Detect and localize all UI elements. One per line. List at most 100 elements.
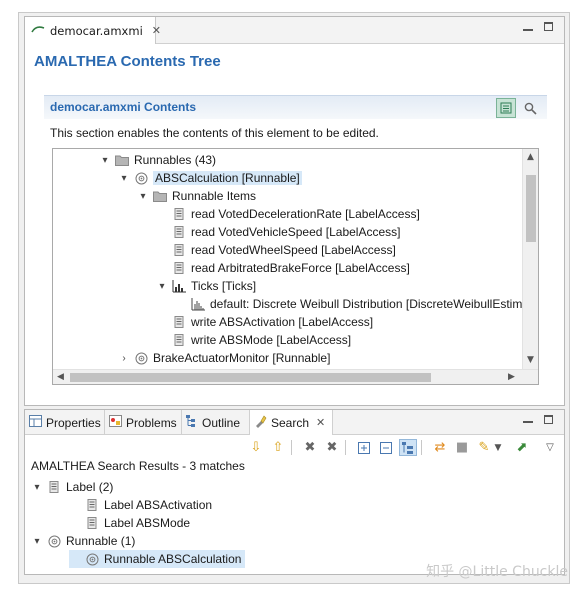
folder-icon <box>115 153 129 167</box>
pin-search-icon[interactable]: ✎ <box>475 439 493 456</box>
tree-row[interactable]: ▾ Runnable Items <box>137 187 256 205</box>
show-as-tree-icon[interactable] <box>399 439 417 456</box>
runnable-icon <box>47 534 61 548</box>
tab-label: Outline <box>202 415 241 430</box>
result-row-label: Runnable (1) <box>66 534 136 548</box>
vertical-scroll-thumb[interactable] <box>526 175 536 242</box>
tree-row[interactable]: read VotedDecelerationRate [LabelAccess] <box>156 205 420 223</box>
tree-row-label: read VotedVehicleSpeed [LabelAccess] <box>191 225 401 239</box>
outline-icon <box>186 415 198 430</box>
label-access-icon <box>85 516 99 530</box>
label-access-icon <box>172 315 186 329</box>
next-match-icon[interactable]: ⇩ <box>247 439 265 456</box>
section-header: democar.amxmi Contents <box>44 95 547 119</box>
section-description: This section enables the contents of thi… <box>50 126 379 140</box>
tree-row-label: read VotedDecelerationRate [LabelAccess] <box>191 207 420 221</box>
tree-row-label: Runnables (43) <box>134 153 217 167</box>
scroll-left-icon[interactable]: ◀ <box>57 372 64 382</box>
open-search-dialog-icon[interactable]: ⬈ <box>513 439 531 456</box>
expand-all-icon[interactable] <box>355 439 373 456</box>
result-row[interactable]: ▾ Runnable (1) <box>31 532 135 550</box>
tree-row[interactable]: read ArbitratedBrakeForce [LabelAccess] <box>156 259 410 277</box>
expand-arrow-icon[interactable]: ▾ <box>118 173 130 184</box>
tree-row-label: write ABSMode [LabelAccess] <box>191 333 352 347</box>
result-row-label: Label ABSActivation <box>104 498 213 512</box>
label-access-icon <box>172 333 186 347</box>
vertical-scrollbar[interactable]: ▲ ▼ <box>522 149 538 371</box>
label-access-icon <box>172 243 186 257</box>
tree-row[interactable]: read VotedVehicleSpeed [LabelAccess] <box>156 223 400 241</box>
horizontal-scrollbar[interactable]: ◀ ▶ <box>53 369 538 384</box>
editor-pane: democar.amxmi ✕ AMALTHEA Contents Tree d… <box>24 16 565 406</box>
tree-row[interactable]: write ABSActivation [LabelAccess] <box>156 313 373 331</box>
tree-row-label: write ABSActivation [LabelAccess] <box>191 315 374 329</box>
horizontal-scroll-thumb[interactable] <box>70 373 431 382</box>
previous-match-icon[interactable]: ⇧ <box>269 439 287 456</box>
tree-row-label: ABSCalculation [Runnable] <box>153 171 302 185</box>
tree-view-toggle-icon[interactable] <box>496 98 516 118</box>
search-history-dropdown-icon[interactable]: ▼ <box>493 439 503 456</box>
toolbar-separator <box>421 440 422 455</box>
tree-row[interactable]: default: Discrete Weibull Distribution [… <box>175 295 522 313</box>
scroll-up-icon[interactable]: ▲ <box>527 152 534 162</box>
expand-arrow-icon[interactable]: ▾ <box>156 281 168 292</box>
maximize-icon[interactable] <box>544 415 553 424</box>
tree-row-label: read VotedWheelSpeed [LabelAccess] <box>191 243 396 257</box>
expand-arrow-icon[interactable]: ▾ <box>31 482 43 493</box>
label-access-icon <box>172 225 186 239</box>
search-toolbar: ⇩ ⇧ ✖ ✖ ⇄ ■ ✎ ▼ ⬈ ▽ <box>25 436 564 458</box>
runnable-icon <box>134 171 148 185</box>
result-row-label: Label (2) <box>66 480 114 494</box>
maximize-icon[interactable] <box>544 22 553 31</box>
refresh-icon[interactable]: ⇄ <box>431 439 449 456</box>
tree-row-label: read ArbitratedBrakeForce [LabelAccess] <box>191 261 410 275</box>
runnable-icon <box>85 552 99 566</box>
result-row[interactable]: Label ABSActivation <box>69 496 212 514</box>
close-icon[interactable]: ✕ <box>152 24 161 37</box>
remove-all-matches-icon[interactable]: ✖ <box>323 439 341 456</box>
contents-tree[interactable]: ▲ ▼ ◀ ▶ ▾ Runnables (43) ▾ ABSCalculation [… <box>52 148 539 385</box>
remove-match-icon[interactable]: ✖ <box>301 439 319 456</box>
tab-label: Properties <box>46 415 101 430</box>
label-access-icon <box>85 498 99 512</box>
minimize-icon[interactable] <box>523 29 533 31</box>
tree-row[interactable]: write ABSMode [LabelAccess] <box>156 331 351 349</box>
editor-tabbar: democar.amxmi ✕ <box>25 17 564 44</box>
tab-outline[interactable]: Outline <box>182 410 250 435</box>
search-icon[interactable] <box>520 98 540 118</box>
folder-icon <box>153 189 167 203</box>
label-access-icon <box>172 207 186 221</box>
collapse-all-icon[interactable] <box>377 439 395 456</box>
result-row[interactable]: Label ABSMode <box>69 514 190 532</box>
tree-row-label: Ticks [Ticks] <box>191 279 257 293</box>
expand-arrow-icon[interactable]: ▾ <box>137 191 149 202</box>
tree-row[interactable]: › BrakeActuatorMonitor [Runnable] <box>118 349 330 367</box>
tab-label: Problems <box>126 415 177 430</box>
properties-icon <box>29 415 42 430</box>
editor-tab[interactable]: democar.amxmi ✕ <box>25 17 161 44</box>
scroll-down-icon[interactable]: ▼ <box>527 355 534 365</box>
label-access-icon <box>172 261 186 275</box>
toolbar-separator <box>291 440 292 455</box>
collapse-arrow-icon[interactable]: › <box>118 353 130 364</box>
tab-properties[interactable]: Properties <box>25 410 105 435</box>
tree-row[interactable]: ▾ Ticks [Ticks] <box>156 277 256 295</box>
tree-row[interactable]: ▾ Runnables (43) <box>99 151 216 169</box>
result-row[interactable]: Runnable ABSCalculation <box>69 550 246 568</box>
problems-icon <box>109 415 122 430</box>
tree-row[interactable]: read VotedWheelSpeed [LabelAccess] <box>156 241 396 259</box>
tab-problems[interactable]: Problems <box>105 410 182 435</box>
expand-arrow-icon[interactable]: ▾ <box>99 155 111 166</box>
tree-row[interactable]: ▾ ABSCalculation [Runnable] <box>118 169 302 187</box>
expand-arrow-icon[interactable]: ▾ <box>31 536 43 547</box>
cancel-search-icon[interactable]: ■ <box>453 439 471 456</box>
amalthea-file-icon <box>31 24 45 37</box>
close-icon[interactable]: ✕ <box>316 416 325 429</box>
minimize-icon[interactable] <box>523 421 533 423</box>
result-row[interactable]: ▾ Label (2) <box>31 478 113 496</box>
view-menu-icon[interactable]: ▽ <box>541 439 559 456</box>
scroll-right-icon[interactable]: ▶ <box>508 372 515 382</box>
flashlight-icon <box>254 415 267 431</box>
tree-row-label: BrakeActuatorMonitor [Runnable] <box>153 351 331 365</box>
tab-search[interactable]: Search ✕ <box>250 410 333 435</box>
